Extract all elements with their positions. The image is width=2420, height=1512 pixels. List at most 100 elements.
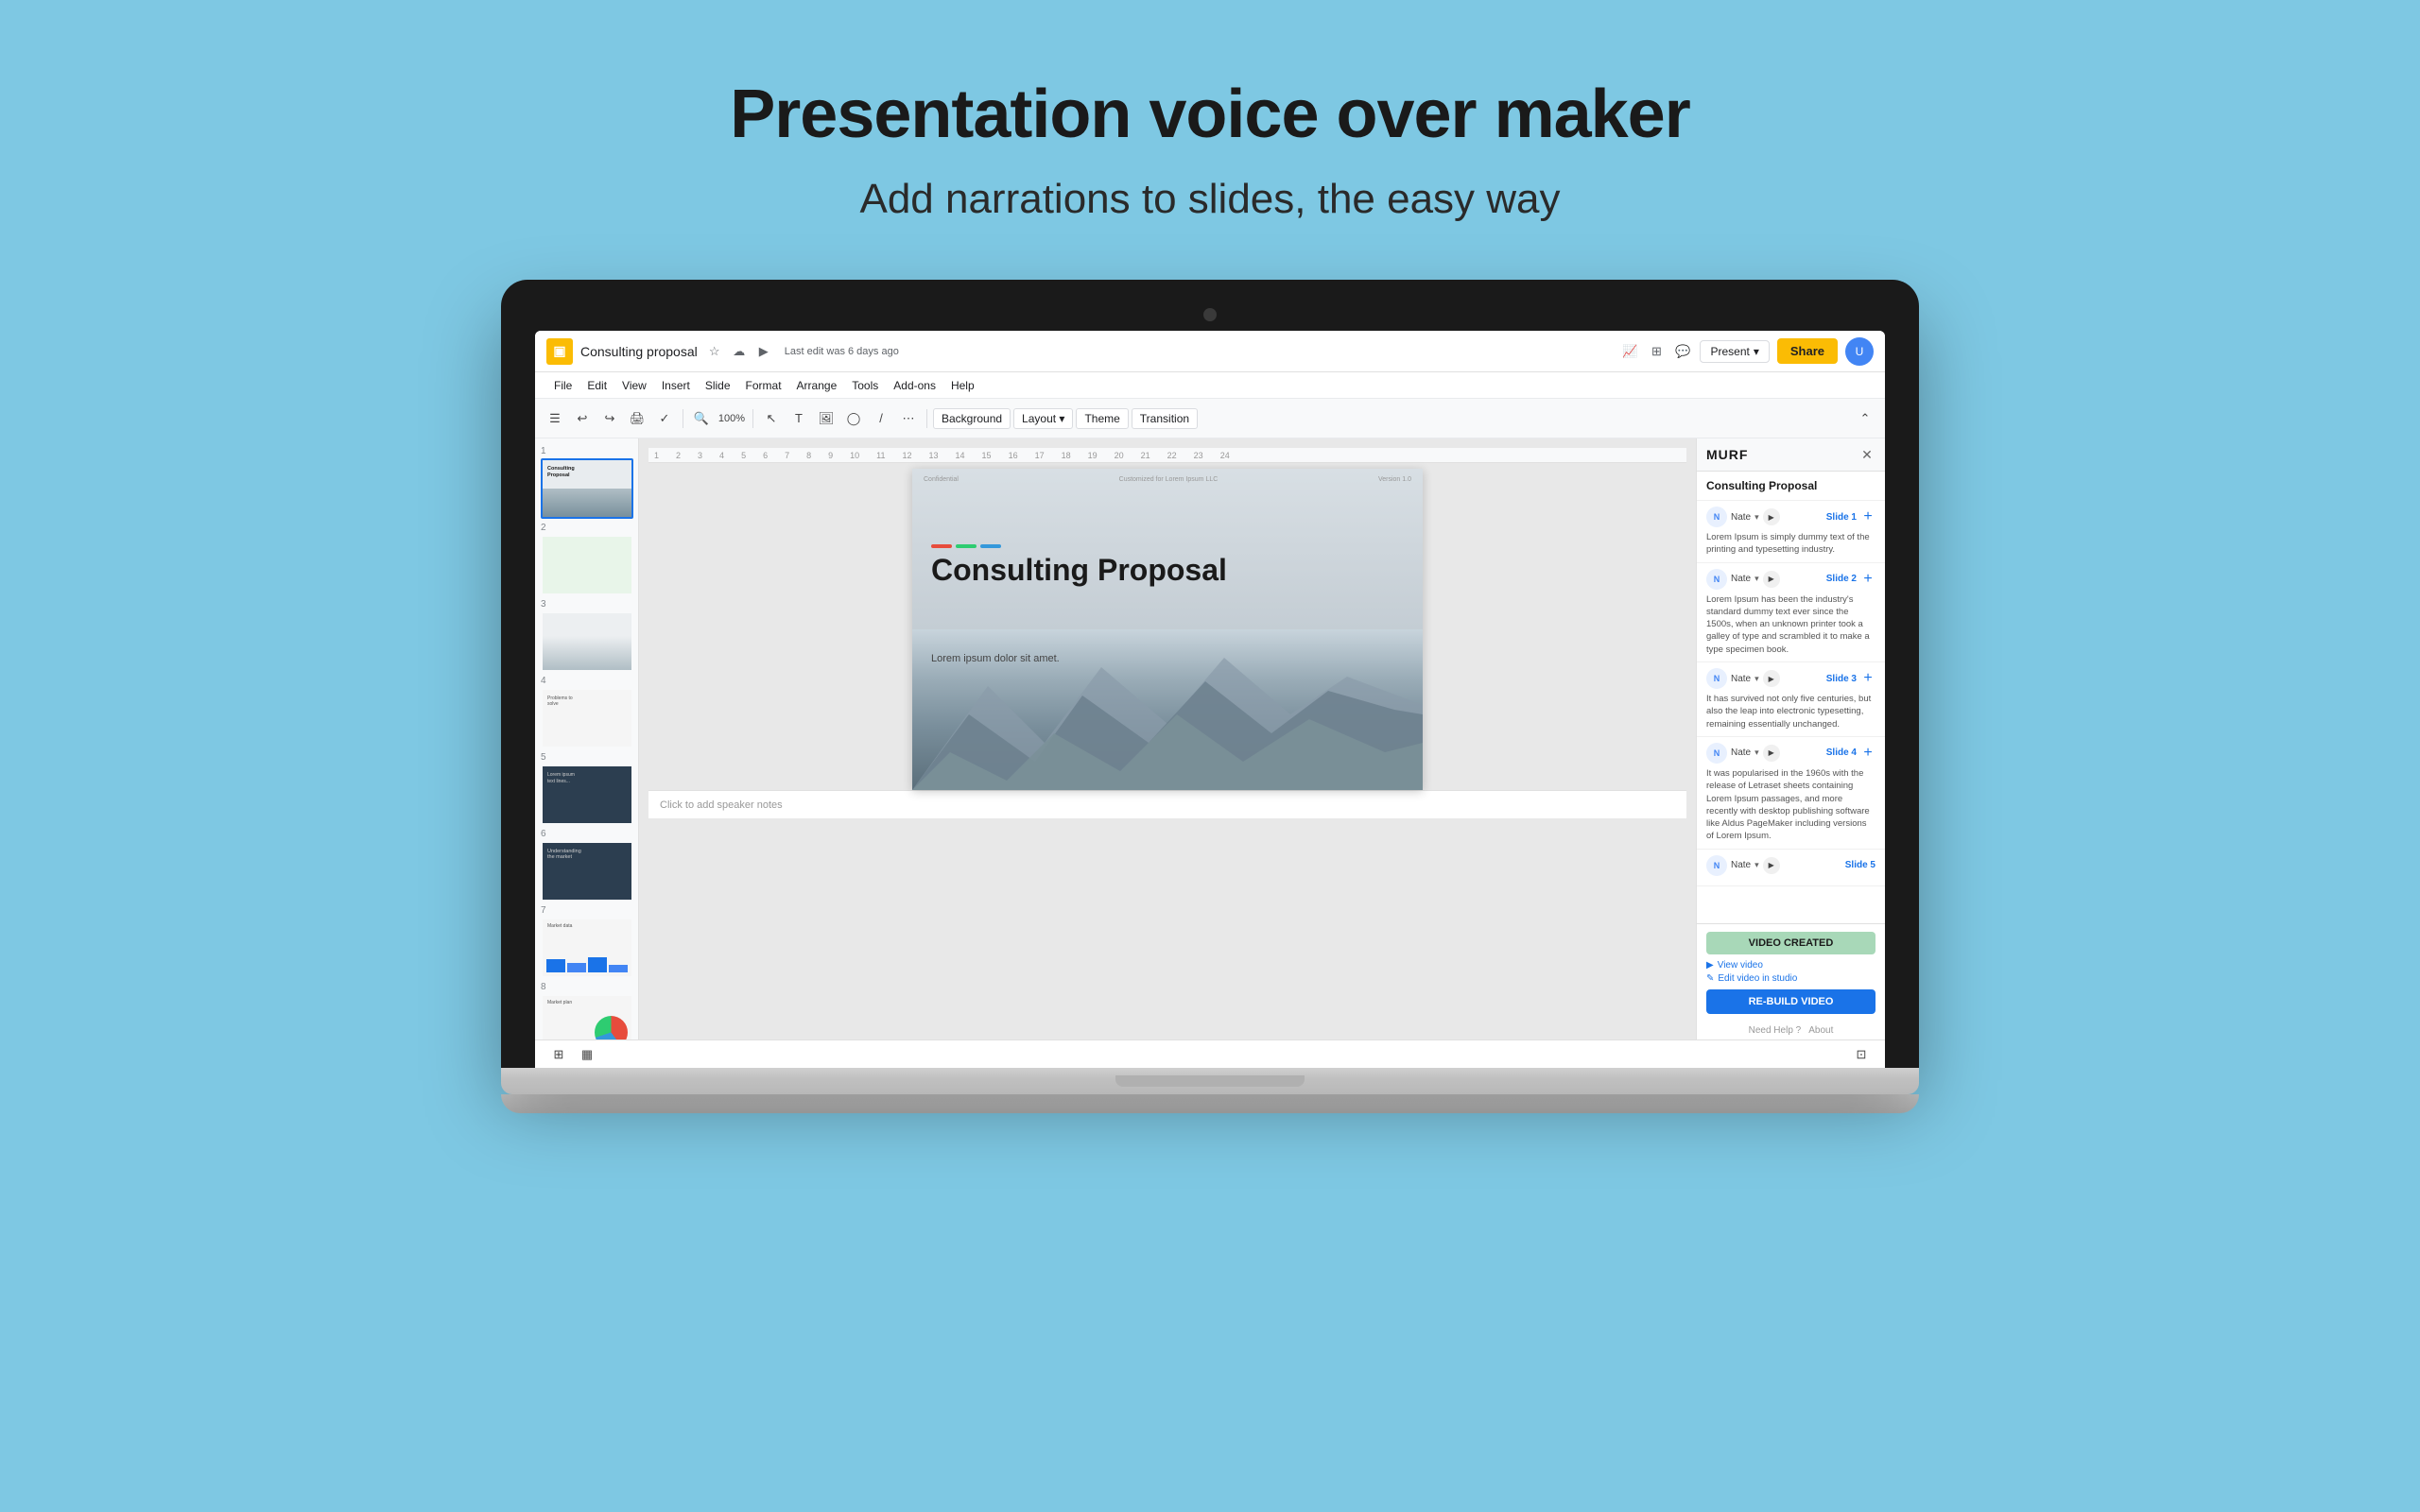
slide-thumb-1[interactable]: 1 ConsultingProposal: [541, 446, 632, 519]
toolbar-cursor[interactable]: ↖: [759, 406, 784, 431]
menu-file[interactable]: File: [546, 376, 579, 395]
toolbar-spell[interactable]: ✓: [652, 406, 677, 431]
comments-icon[interactable]: 💬: [1673, 342, 1692, 361]
laptop-base: [501, 1094, 1919, 1113]
slide-sky-bg: [912, 469, 1423, 629]
murf-help-link[interactable]: Need Help ?: [1749, 1025, 1802, 1036]
grid-view-btn[interactable]: ⊞: [546, 1042, 571, 1067]
slide-thumb-8[interactable]: 8 Market plan: [541, 982, 632, 1040]
edit-video-link[interactable]: ✎ Edit video in studio: [1706, 973, 1876, 984]
murf-add-2[interactable]: +: [1860, 572, 1876, 587]
murf-close-button[interactable]: ✕: [1858, 446, 1876, 463]
murf-add-1[interactable]: +: [1860, 509, 1876, 524]
menu-arrange[interactable]: Arrange: [789, 376, 845, 395]
laptop-body: [501, 1068, 1919, 1094]
murf-about-link[interactable]: About: [1808, 1025, 1833, 1036]
slide-main-title: Consulting Proposal: [931, 554, 1227, 587]
present-button[interactable]: Present ▾: [1700, 340, 1769, 363]
fit-page-btn[interactable]: ⊡: [1849, 1042, 1874, 1067]
menu-view[interactable]: View: [614, 376, 654, 395]
murf-voice-3: Nate: [1731, 674, 1751, 684]
slide-confidential: Confidential: [924, 476, 959, 483]
star-icon[interactable]: ☆: [705, 342, 724, 361]
doc-icons: ☆ ☁ ▶: [705, 342, 773, 361]
slide-thumb-6[interactable]: 6 Understandingthe market: [541, 829, 632, 902]
view-buttons: ⊞ ▦: [546, 1042, 599, 1067]
toolbar-redo[interactable]: ↪: [597, 406, 622, 431]
toolbar-layout[interactable]: Layout ▾: [1013, 408, 1073, 429]
murf-text-2: Lorem Ipsum has been the industry's stan…: [1706, 593, 1876, 656]
slide-thumb-2[interactable]: 2: [541, 523, 632, 595]
menu-insert[interactable]: Insert: [654, 376, 698, 395]
slides-menubar: File Edit View Insert Slide Format Arran…: [535, 372, 1885, 399]
toolbar-zoom[interactable]: 🔍: [689, 406, 714, 431]
edit-video-icon: ✎: [1706, 973, 1714, 984]
murf-play-3[interactable]: ▶: [1763, 670, 1780, 687]
video-created-button[interactable]: VIDEO CREATED: [1706, 932, 1876, 954]
menu-help[interactable]: Help: [943, 376, 982, 395]
view-video-link[interactable]: ▶ View video: [1706, 960, 1876, 971]
filmstrip-view-btn[interactable]: ▦: [575, 1042, 599, 1067]
toolbar-menu-icon[interactable]: ☰: [543, 406, 567, 431]
toolbar-background[interactable]: Background: [933, 408, 1011, 429]
toolbar-zoom-value[interactable]: 100%: [717, 406, 747, 431]
murf-add-3[interactable]: +: [1860, 671, 1876, 686]
graph-icon[interactable]: 📈: [1620, 342, 1639, 361]
rebuild-video-button[interactable]: RE-BUILD VIDEO: [1706, 989, 1876, 1014]
toolbar-image[interactable]: 🖼: [814, 406, 838, 431]
murf-add-4[interactable]: +: [1860, 746, 1876, 761]
murf-slide-label-2: Slide 2: [1826, 574, 1857, 584]
murf-header: MURF ✕: [1697, 438, 1885, 472]
menu-tools[interactable]: Tools: [844, 376, 886, 395]
toolbar-line[interactable]: /: [869, 406, 893, 431]
cloud-icon[interactable]: ☁: [730, 342, 749, 361]
main-slide-canvas[interactable]: Confidential Customized for Lorem Ipsum …: [912, 469, 1423, 790]
accent-blue: [980, 544, 1001, 548]
slide-version: Version 1.0: [1378, 476, 1411, 483]
toolbar-theme[interactable]: Theme: [1076, 408, 1128, 429]
murf-bottom-section: VIDEO CREATED ▶ View video ✎ Edit video …: [1697, 923, 1885, 1022]
murf-slide-item-3: N Nate ▾ ▶ Slide 3 + It has survived not…: [1697, 662, 1885, 737]
slide-panel: 1 ConsultingProposal 2: [535, 438, 639, 1040]
ruler-horizontal: 12345 678910 1112131415 1617181920 21222…: [648, 448, 1686, 463]
slide-thumb-4[interactable]: 4 Problems tosolve: [541, 676, 632, 748]
slide-thumb-5[interactable]: 5 Lorem ipsumtext lines...: [541, 752, 632, 825]
slide-thumb-3[interactable]: 3: [541, 599, 632, 672]
menu-addons[interactable]: Add-ons: [886, 376, 943, 395]
toolbar-more[interactable]: ⋯: [896, 406, 921, 431]
murf-avatar-3: N: [1706, 668, 1727, 689]
murf-voice-1: Nate: [1731, 512, 1751, 523]
bottom-toolbar: ⊞ ▦ ⊡: [535, 1040, 1885, 1068]
present-label: Present: [1710, 345, 1749, 358]
last-edit-text: Last edit was 6 days ago: [785, 346, 899, 357]
murf-play-2[interactable]: ▶: [1763, 571, 1780, 588]
toolbar-transition[interactable]: Transition: [1132, 408, 1198, 429]
toolbar-textbox[interactable]: T: [786, 406, 811, 431]
share-button[interactable]: Share: [1777, 338, 1838, 364]
murf-logo: MURF: [1706, 447, 1748, 462]
slides-main: 1 ConsultingProposal 2: [535, 438, 1885, 1040]
menu-slide[interactable]: Slide: [698, 376, 738, 395]
toolbar-expand[interactable]: ⌃: [1853, 406, 1877, 431]
grid-icon[interactable]: ⊞: [1647, 342, 1666, 361]
toolbar-undo[interactable]: ↩: [570, 406, 595, 431]
user-avatar[interactable]: U: [1845, 337, 1874, 366]
doc-title: Consulting proposal: [580, 344, 698, 359]
accent-red: [931, 544, 952, 548]
slide-thumb-7[interactable]: 7 Market data: [541, 905, 632, 978]
toolbar-print[interactable]: 🖨: [625, 406, 649, 431]
murf-play-4[interactable]: ▶: [1763, 745, 1780, 762]
murf-play-1[interactable]: ▶: [1763, 508, 1780, 525]
slide-header-info: Confidential Customized for Lorem Ipsum …: [924, 476, 1411, 483]
menu-edit[interactable]: Edit: [579, 376, 614, 395]
toolbar-divider-3: [926, 409, 927, 428]
murf-play-5[interactable]: ▶: [1763, 857, 1780, 874]
toolbar-shapes[interactable]: ◯: [841, 406, 866, 431]
present-mode-icon[interactable]: ▶: [754, 342, 773, 361]
screen-content: ▣ Consulting proposal ☆ ☁ ▶ Last edit wa…: [535, 331, 1885, 1068]
menu-format[interactable]: Format: [738, 376, 789, 395]
slide-customized-for: Customized for Lorem Ipsum LLC: [1119, 476, 1219, 483]
accent-green: [956, 544, 977, 548]
slides-toolbar: ☰ ↩ ↪ 🖨 ✓ 🔍 100% ↖ T 🖼 ◯ / ⋯ Background …: [535, 399, 1885, 438]
speaker-notes[interactable]: Click to add speaker notes: [648, 790, 1686, 818]
